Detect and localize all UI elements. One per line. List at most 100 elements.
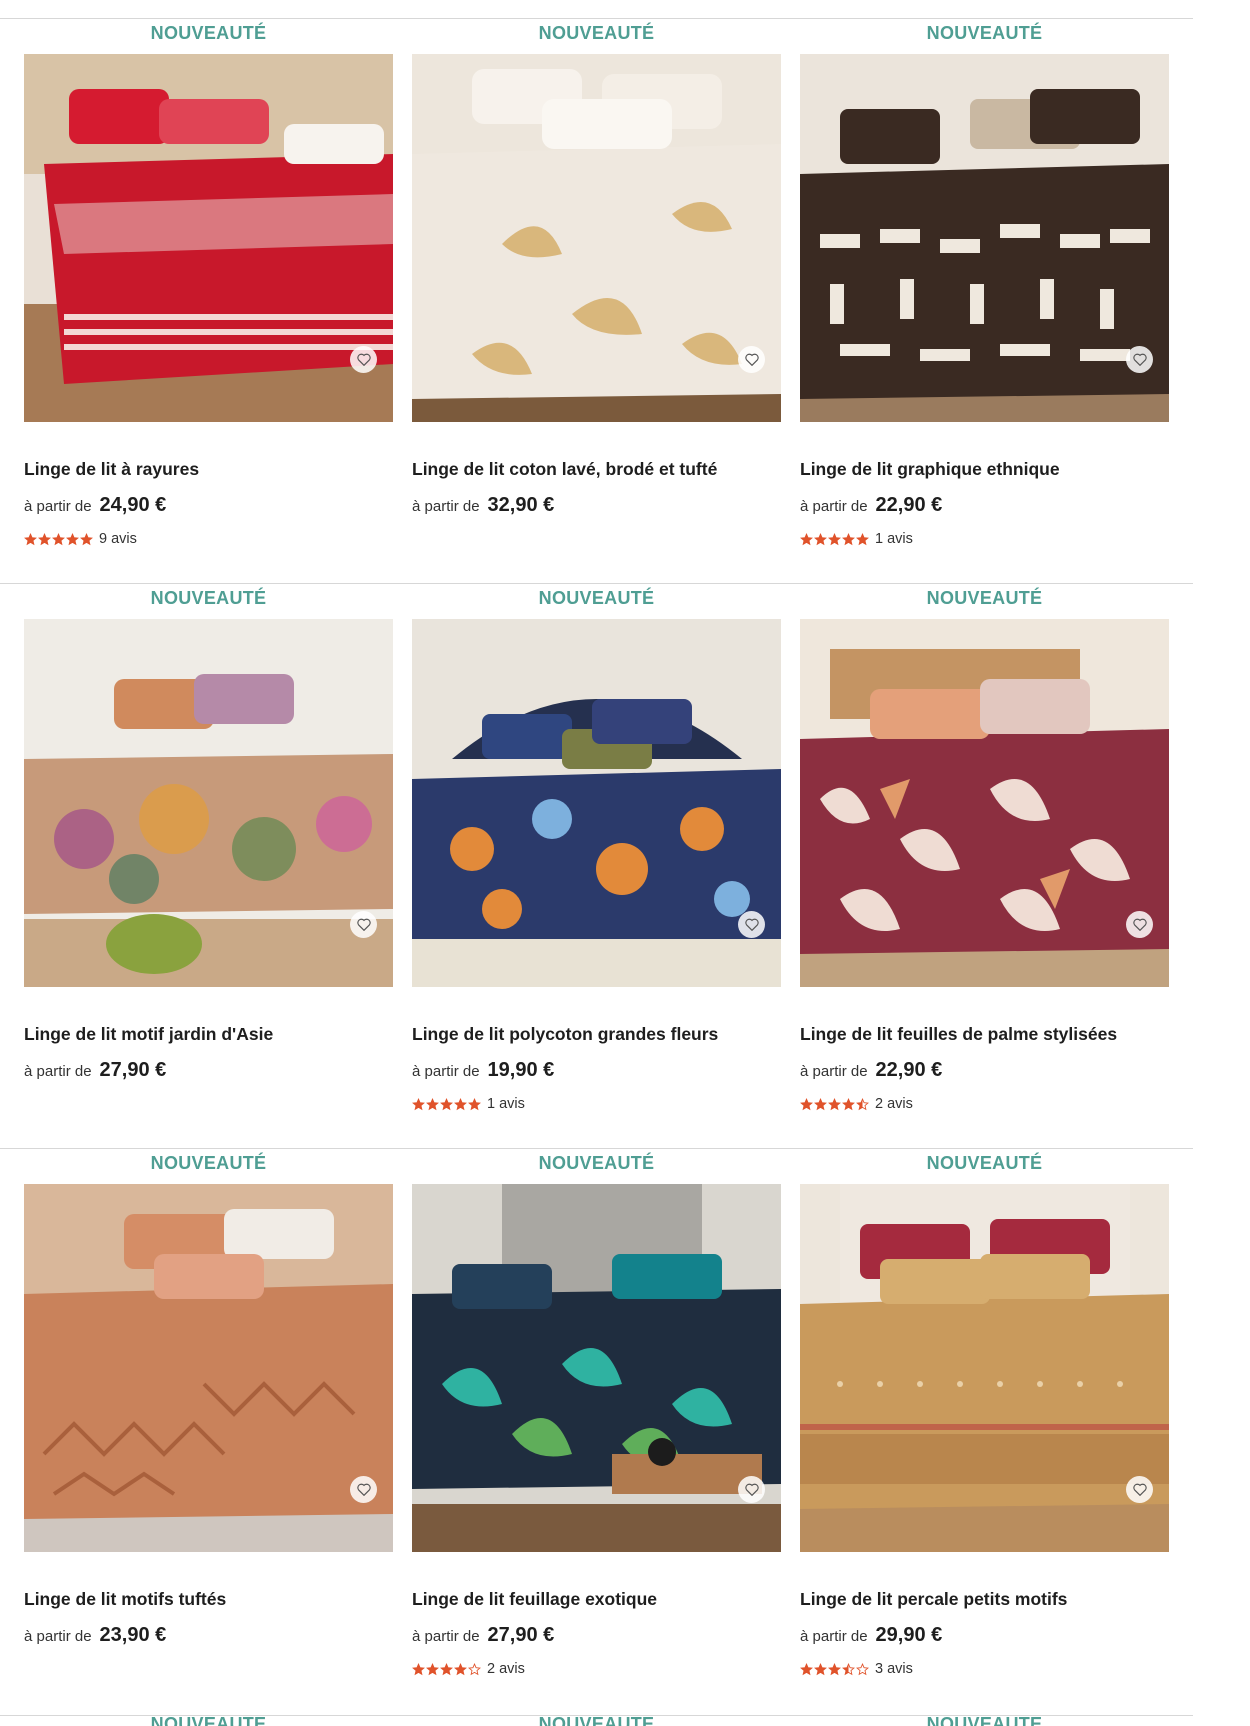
product-title[interactable]: Linge de lit coton lavé, brodé et tufté xyxy=(412,459,792,480)
star-icon xyxy=(440,1097,453,1110)
product-title[interactable]: Linge de lit feuillage exotique xyxy=(412,1589,792,1610)
add-to-wishlist-button[interactable] xyxy=(1126,1476,1153,1503)
product-price: à partir de 32,90 € xyxy=(412,494,554,517)
heart-icon xyxy=(1132,353,1147,366)
heart-icon xyxy=(356,353,371,366)
product-title[interactable]: Linge de lit motif jardin d'Asie xyxy=(24,1024,404,1045)
product-rating[interactable]: 1 avis xyxy=(800,531,913,547)
add-to-wishlist-button[interactable] xyxy=(350,346,377,373)
product-image[interactable] xyxy=(800,619,1169,987)
star-icon xyxy=(426,1662,439,1675)
product-rating[interactable]: 1 avis xyxy=(412,1096,525,1112)
heart-icon xyxy=(1132,1483,1147,1496)
product-card[interactable]: NOUVEAUTÉ xyxy=(800,19,1169,584)
product-rating[interactable]: 3 avis xyxy=(800,1661,913,1677)
rating-stars xyxy=(24,532,93,546)
product-title[interactable]: Linge de lit à rayures xyxy=(24,459,404,480)
product-image[interactable] xyxy=(24,1184,393,1552)
product-image[interactable] xyxy=(412,54,781,422)
new-badge: NOUVEAUTÉ xyxy=(150,1715,267,1726)
review-count: 2 avis xyxy=(487,1661,525,1677)
from-label: à partir de xyxy=(800,1063,868,1080)
star-icon xyxy=(828,1662,841,1675)
star-icon xyxy=(468,1662,481,1675)
product-rating[interactable]: 9 avis xyxy=(24,531,137,547)
product-title[interactable]: Linge de lit percale petits motifs xyxy=(800,1589,1180,1610)
rating-stars xyxy=(800,532,869,546)
product-price: à partir de 27,90 € xyxy=(24,1059,166,1082)
product-rating[interactable]: 2 avis xyxy=(412,1661,525,1677)
rating-stars xyxy=(412,1097,481,1111)
product-price: à partir de 22,90 € xyxy=(800,1059,942,1082)
product-row: NOUVEAUTÉ Linge de lit motifs tuftés à p… xyxy=(0,1148,1193,1714)
heart-icon xyxy=(744,1483,759,1496)
star-icon xyxy=(800,1097,813,1110)
from-label: à partir de xyxy=(412,1063,480,1080)
product-card[interactable]: NOUVEAUTÉ Linge de lit polycoton grandes… xyxy=(412,584,781,1149)
product-title[interactable]: Linge de lit feuilles de palme stylisées xyxy=(800,1024,1180,1045)
product-image[interactable] xyxy=(412,1184,781,1552)
price-amount: 27,90 € xyxy=(99,1059,167,1081)
star-icon xyxy=(856,1662,869,1675)
product-image[interactable] xyxy=(24,54,393,422)
product-card[interactable]: NOUVEAUTÉ Linge de lit motifs tuftés à p… xyxy=(24,1149,393,1714)
star-icon xyxy=(856,1097,869,1110)
product-card[interactable]: NOUVEAUTÉ Linge de lit motif jardin d'As… xyxy=(24,584,393,1149)
add-to-wishlist-button[interactable] xyxy=(738,1476,765,1503)
new-badge: NOUVEAUTÉ xyxy=(538,1153,655,1173)
add-to-wishlist-button[interactable] xyxy=(1126,346,1153,373)
product-title[interactable]: Linge de lit graphique ethnique xyxy=(800,459,1180,480)
product-rating[interactable]: 2 avis xyxy=(800,1096,913,1112)
review-count: 1 avis xyxy=(487,1096,525,1112)
from-label: à partir de xyxy=(412,1628,480,1645)
heart-icon xyxy=(356,918,371,931)
add-to-wishlist-button[interactable] xyxy=(738,911,765,938)
price-amount: 24,90 € xyxy=(99,494,167,516)
product-image[interactable] xyxy=(800,54,1169,422)
product-card[interactable]: NOUVEAUTÉ Linge de lit percale petits mo… xyxy=(800,1149,1169,1714)
review-count: 3 avis xyxy=(875,1661,913,1677)
product-card[interactable]: NOUVEAUTÉ xyxy=(412,1149,781,1714)
product-row-partial: NOUVEAUTÉ NOUVEAUTÉ NOUVEAUTÉ xyxy=(0,1715,1193,1726)
from-label: à partir de xyxy=(24,1063,92,1080)
product-image[interactable] xyxy=(800,1184,1169,1552)
product-card[interactable]: NOUVEAUTÉ Linge de lit à rayures à parti… xyxy=(24,19,393,584)
price-amount: 22,90 € xyxy=(875,1059,943,1081)
star-icon xyxy=(426,1097,439,1110)
heart-icon xyxy=(356,1483,371,1496)
product-title[interactable]: Linge de lit motifs tuftés xyxy=(24,1589,404,1610)
product-title[interactable]: Linge de lit polycoton grandes fleurs xyxy=(412,1024,792,1045)
heart-icon xyxy=(1132,918,1147,931)
new-badge: NOUVEAUTÉ xyxy=(926,588,1043,608)
add-to-wishlist-button[interactable] xyxy=(350,911,377,938)
add-to-wishlist-button[interactable] xyxy=(1126,911,1153,938)
new-badge: NOUVEAUTÉ xyxy=(150,23,267,43)
star-icon xyxy=(856,532,869,545)
product-price: à partir de 27,90 € xyxy=(412,1624,554,1647)
add-to-wishlist-button[interactable] xyxy=(350,1476,377,1503)
price-amount: 27,90 € xyxy=(487,1624,555,1646)
product-price: à partir de 24,90 € xyxy=(24,494,166,517)
from-label: à partir de xyxy=(24,1628,92,1645)
star-icon xyxy=(454,1097,467,1110)
product-image[interactable] xyxy=(412,619,781,987)
from-label: à partir de xyxy=(24,498,92,515)
star-icon xyxy=(800,1662,813,1675)
star-icon xyxy=(800,532,813,545)
review-count: 2 avis xyxy=(875,1096,913,1112)
product-image[interactable] xyxy=(24,619,393,987)
new-badge: NOUVEAUTÉ xyxy=(926,1153,1043,1173)
star-icon xyxy=(454,1662,467,1675)
product-card[interactable]: NOUVEAUTÉ Linge de lit coton lavé, brodé… xyxy=(412,19,781,584)
review-count: 9 avis xyxy=(99,531,137,547)
product-card[interactable]: NOUVEAUTÉ xyxy=(800,584,1169,1149)
from-label: à partir de xyxy=(412,498,480,515)
add-to-wishlist-button[interactable] xyxy=(738,346,765,373)
from-label: à partir de xyxy=(800,498,868,515)
star-icon xyxy=(814,1097,827,1110)
product-price: à partir de 19,90 € xyxy=(412,1059,554,1082)
review-count: 1 avis xyxy=(875,531,913,547)
product-row: NOUVEAUTÉ Linge de lit à rayures à parti… xyxy=(0,18,1193,584)
star-icon xyxy=(814,532,827,545)
new-badge: NOUVEAUTÉ xyxy=(538,1715,655,1726)
